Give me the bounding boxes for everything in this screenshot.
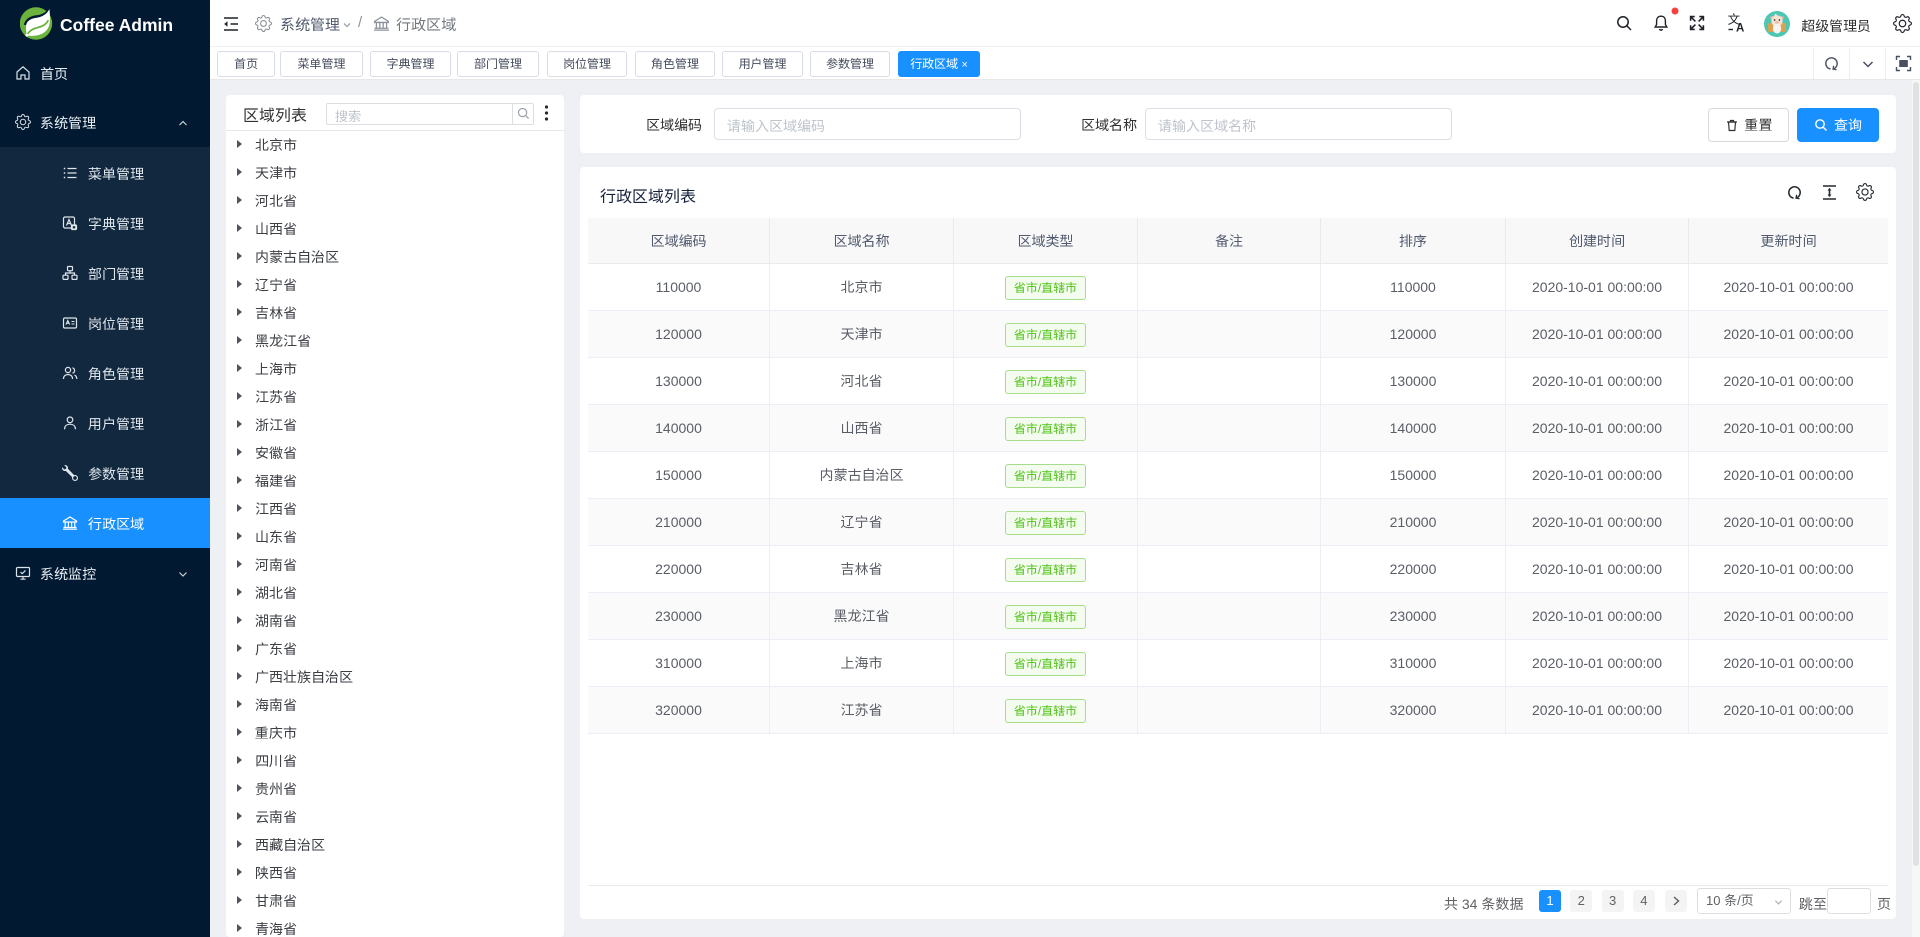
svg-text:A: A bbox=[1736, 23, 1744, 34]
